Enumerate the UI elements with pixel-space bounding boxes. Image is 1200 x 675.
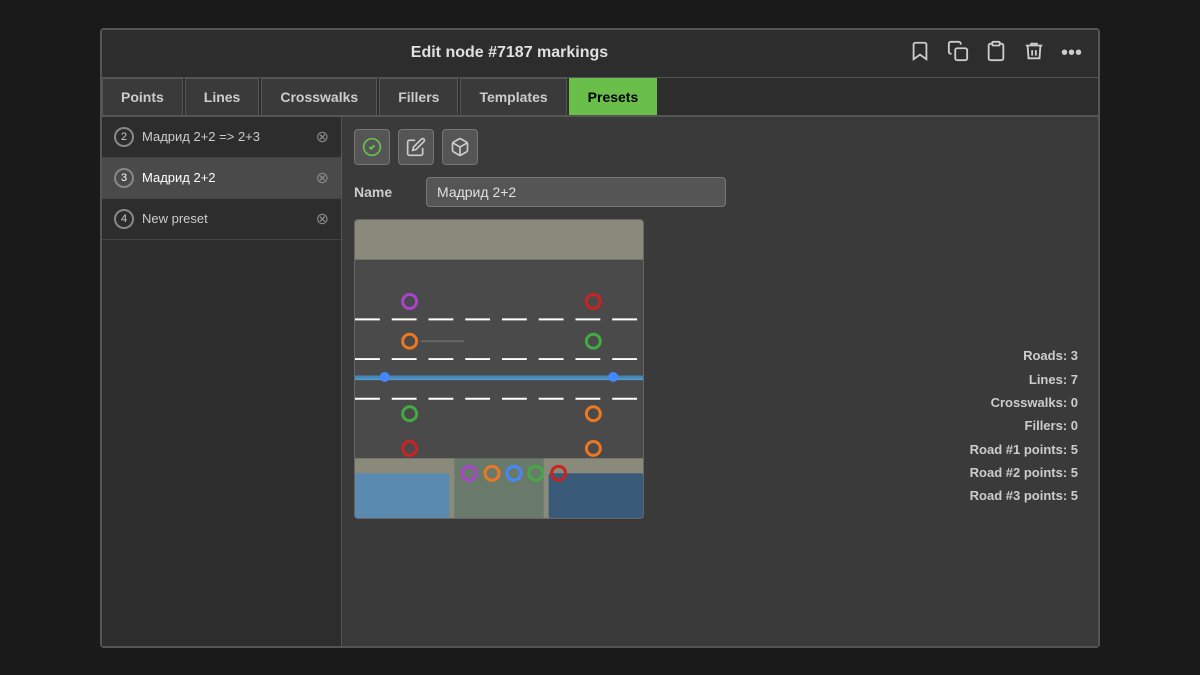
stat-road3: Road #3 points: 5 [668, 484, 1078, 507]
tab-lines[interactable]: Lines [185, 78, 260, 115]
detail-panel: Name [342, 117, 1098, 646]
preset-name-2: Мадрид 2+2 [142, 170, 316, 185]
preset-item-1[interactable]: 2 Мадрид 2+2 => 2+3 ⊗ [102, 117, 341, 158]
preset-num-2: 3 [114, 168, 134, 188]
preset-num-1: 2 [114, 127, 134, 147]
detail-toolbar [354, 129, 1086, 165]
preset-item-3[interactable]: 4 New preset ⊗ [102, 199, 341, 240]
name-input[interactable] [426, 177, 726, 207]
tab-crosswalks[interactable]: Crosswalks [261, 78, 377, 115]
more-icon: ••• [1061, 42, 1082, 64]
preview-area: Roads: 3 Lines: 7 Crosswalks: 0 Fillers:… [354, 219, 1086, 634]
stat-road2: Road #2 points: 5 [668, 461, 1078, 484]
stat-lines: Lines: 7 [668, 368, 1078, 391]
preset-close-2[interactable]: ⊗ [316, 168, 329, 188]
stats-panel: Roads: 3 Lines: 7 Crosswalks: 0 Fillers:… [660, 219, 1086, 634]
bookmark-icon-btn[interactable] [905, 38, 935, 69]
stat-crosswalks: Crosswalks: 0 [668, 391, 1078, 414]
presets-sidebar: 2 Мадрид 2+2 => 2+3 ⊗ 3 Мадрид 2+2 ⊗ 4 N… [102, 117, 342, 646]
preset-close-1[interactable]: ⊗ [316, 127, 329, 147]
main-content: 2 Мадрид 2+2 => 2+3 ⊗ 3 Мадрид 2+2 ⊗ 4 N… [102, 117, 1098, 646]
edit-btn[interactable] [398, 129, 434, 165]
tab-presets[interactable]: Presets [569, 78, 658, 115]
stat-fillers: Fillers: 0 [668, 414, 1078, 437]
title-bar: Edit node #7187 markings [102, 30, 1098, 78]
delete-icon-btn[interactable] [1019, 38, 1049, 69]
tab-templates[interactable]: Templates [460, 78, 566, 115]
stat-road1: Road #1 points: 5 [668, 438, 1078, 461]
tab-bar: Points Lines Crosswalks Fillers Template… [102, 78, 1098, 117]
preset-name-1: Мадрид 2+2 => 2+3 [142, 129, 316, 144]
preset-num-3: 4 [114, 209, 134, 229]
copy-icon-btn[interactable] [943, 38, 973, 69]
road-preview [354, 219, 644, 519]
preset-name-3: New preset [142, 211, 316, 226]
confirm-btn[interactable] [354, 129, 390, 165]
name-label: Name [354, 184, 414, 200]
app-window: Edit node #7187 markings [100, 28, 1100, 648]
paste-icon-btn[interactable] [981, 38, 1011, 69]
tab-fillers[interactable]: Fillers [379, 78, 458, 115]
preset-item-2[interactable]: 3 Мадрид 2+2 ⊗ [102, 158, 341, 199]
preset-close-3[interactable]: ⊗ [316, 209, 329, 229]
stat-roads: Roads: 3 [668, 344, 1078, 367]
more-options-btn[interactable]: ••• [1057, 40, 1086, 67]
window-title: Edit node #7187 markings [114, 44, 905, 62]
name-row: Name [354, 177, 1086, 207]
tab-points[interactable]: Points [102, 78, 183, 115]
3d-box-btn[interactable] [442, 129, 478, 165]
title-icons: ••• [905, 38, 1086, 69]
